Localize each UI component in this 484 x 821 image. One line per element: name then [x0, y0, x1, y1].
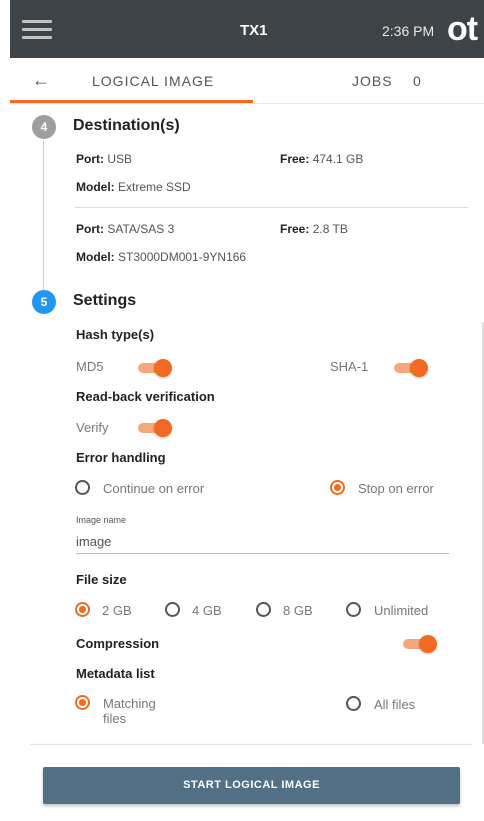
- readback-heading: Read-back verification: [76, 389, 215, 404]
- sha1-label: SHA-1: [330, 359, 369, 374]
- dest-1-port: Port: USB: [76, 152, 133, 166]
- metadata-all-files-label: All files: [374, 697, 416, 712]
- footer-divider: [30, 744, 472, 745]
- tab-logical-image[interactable]: LOGICAL IMAGE: [92, 73, 214, 89]
- brand-logo: ot: [447, 10, 478, 48]
- dest-1-free: Free: 474.1 GB: [280, 152, 364, 166]
- dest-2-port: Port: SATA/SAS 3: [76, 222, 175, 236]
- filesize-4gb-label: 4 GB: [192, 603, 222, 618]
- filesize-unlimited-label: Unlimited: [374, 603, 429, 618]
- step-4-indicator: 4: [32, 115, 56, 139]
- verify-label: Verify: [76, 420, 109, 435]
- metadata-list-heading: Metadata list: [76, 666, 155, 681]
- metadata-matching-label-line1: Matching: [103, 696, 156, 711]
- sha1-toggle[interactable]: [394, 359, 428, 377]
- compression-heading: Compression: [76, 636, 160, 651]
- filesize-8gb-radio[interactable]: [256, 602, 271, 617]
- continue-on-error-radio[interactable]: [75, 480, 90, 495]
- device-title: TX1: [240, 22, 268, 39]
- image-name-caption: Image name: [76, 515, 127, 525]
- file-size-heading: File size: [76, 572, 127, 587]
- metadata-matching-radio[interactable]: [75, 695, 90, 710]
- image-name-input[interactable]: [76, 530, 449, 554]
- menu-icon[interactable]: [22, 20, 52, 40]
- error-handling-heading: Error handling: [76, 450, 166, 465]
- md5-toggle[interactable]: [138, 359, 172, 377]
- stop-on-error-radio[interactable]: [330, 480, 345, 495]
- dest-2-free: Free: 2.8 TB: [280, 222, 348, 236]
- metadata-all-files-radio[interactable]: [346, 696, 361, 711]
- filesize-2gb-label: 2 GB: [102, 603, 132, 618]
- metadata-matching-label-line2: files: [103, 711, 127, 726]
- top-app-bar: TX1 2:36 PM ot: [10, 0, 484, 58]
- step-connector: [43, 140, 44, 290]
- dest-2-model: Model: ST3000DM001-9YN166: [76, 250, 247, 264]
- start-logical-image-button[interactable]: START LOGICAL IMAGE: [43, 767, 460, 804]
- continue-on-error-label: Continue on error: [103, 481, 205, 496]
- filesize-unlimited-radio[interactable]: [346, 602, 361, 617]
- filesize-4gb-radio[interactable]: [165, 602, 180, 617]
- destination-divider: [75, 207, 468, 208]
- tab-jobs[interactable]: JOBS: [352, 73, 393, 89]
- step-5-indicator: 5: [32, 290, 56, 314]
- md5-label: MD5: [76, 359, 104, 374]
- back-arrow-icon[interactable]: ←: [32, 70, 50, 91]
- clock: 2:36 PM: [382, 23, 435, 39]
- filesize-2gb-radio[interactable]: [75, 602, 90, 617]
- verify-toggle[interactable]: [138, 419, 172, 437]
- hash-type-heading: Hash type(s): [76, 327, 155, 342]
- active-tab-indicator: [10, 100, 253, 103]
- jobs-count-badge: 0: [413, 73, 421, 89]
- destinations-title: Destination(s): [73, 117, 180, 134]
- stop-on-error-label: Stop on error: [358, 481, 434, 496]
- settings-title: Settings: [73, 292, 137, 309]
- tab-bar: ← LOGICAL IMAGE JOBS 0: [10, 58, 484, 104]
- compression-toggle[interactable]: [403, 635, 437, 653]
- filesize-8gb-label: 8 GB: [283, 603, 313, 618]
- app-window: TX1 2:36 PM ot ← LOGICAL IMAGE JOBS 0 4 …: [10, 0, 484, 821]
- dest-1-model: Model: Extreme SSD: [76, 180, 191, 194]
